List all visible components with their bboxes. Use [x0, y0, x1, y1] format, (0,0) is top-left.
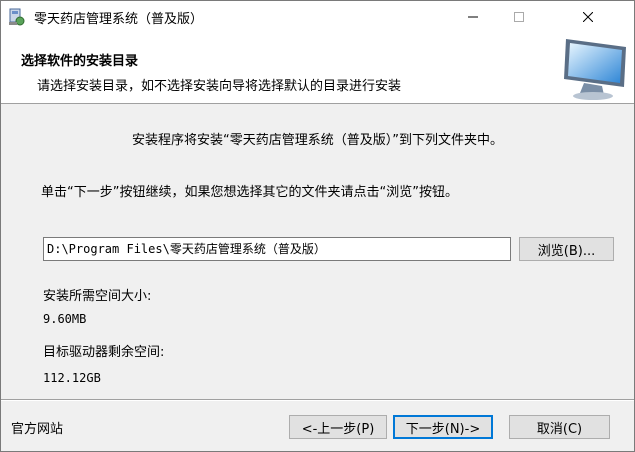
space-available-label: 目标驱动器剩余空间: — [43, 345, 165, 360]
minimize-icon — [468, 16, 478, 18]
browse-button[interactable]: 浏览(B)... — [519, 237, 614, 261]
app-icon — [9, 8, 25, 26]
next-button[interactable]: 下一步(N)-> — [393, 415, 493, 439]
instruction-text: 单击“下一步”按钮继续，如果您想选择其它的文件夹请点击“浏览”按钮。 — [41, 185, 458, 200]
header-subtitle: 请选择安装目录，如不选择安装向导将选择默认的目录进行安装 — [37, 79, 402, 94]
close-icon — [583, 12, 593, 22]
close-button[interactable] — [542, 1, 634, 33]
wizard-header: 选择软件的安装目录 请选择安装目录，如不选择安装向导将选择默认的目录进行安装 — [1, 33, 634, 104]
space-available-value: 112.12GB — [43, 371, 101, 385]
back-button[interactable]: <-上一步(P) — [289, 415, 387, 439]
window-title: 零天药店管理系统（普及版） — [34, 12, 204, 27]
space-required-value: 9.60MB — [43, 312, 87, 326]
install-path-input[interactable]: D:\Program Files\零天药店管理系统（普及版） — [43, 237, 511, 261]
footer-divider — [1, 399, 634, 401]
installer-window: 零天药店管理系统（普及版） 选择软件的安装目录 请选择安装目录，如不选择安装向导… — [0, 0, 635, 452]
monitor-icon — [564, 39, 626, 100]
maximize-button[interactable] — [496, 1, 542, 33]
intro-text: 安装程序将安装“零天药店管理系统（普及版）”到下列文件夹中。 — [132, 133, 503, 148]
title-bar[interactable]: 零天药店管理系统（普及版） — [1, 1, 634, 33]
official-website-link[interactable]: 官方网站 — [11, 418, 63, 437]
cancel-button[interactable]: 取消(C) — [509, 415, 610, 439]
maximize-icon — [514, 12, 524, 22]
space-required-label: 安装所需空间大小: — [43, 289, 152, 304]
header-title: 选择软件的安装目录 — [21, 54, 139, 69]
minimize-button[interactable] — [450, 1, 496, 33]
